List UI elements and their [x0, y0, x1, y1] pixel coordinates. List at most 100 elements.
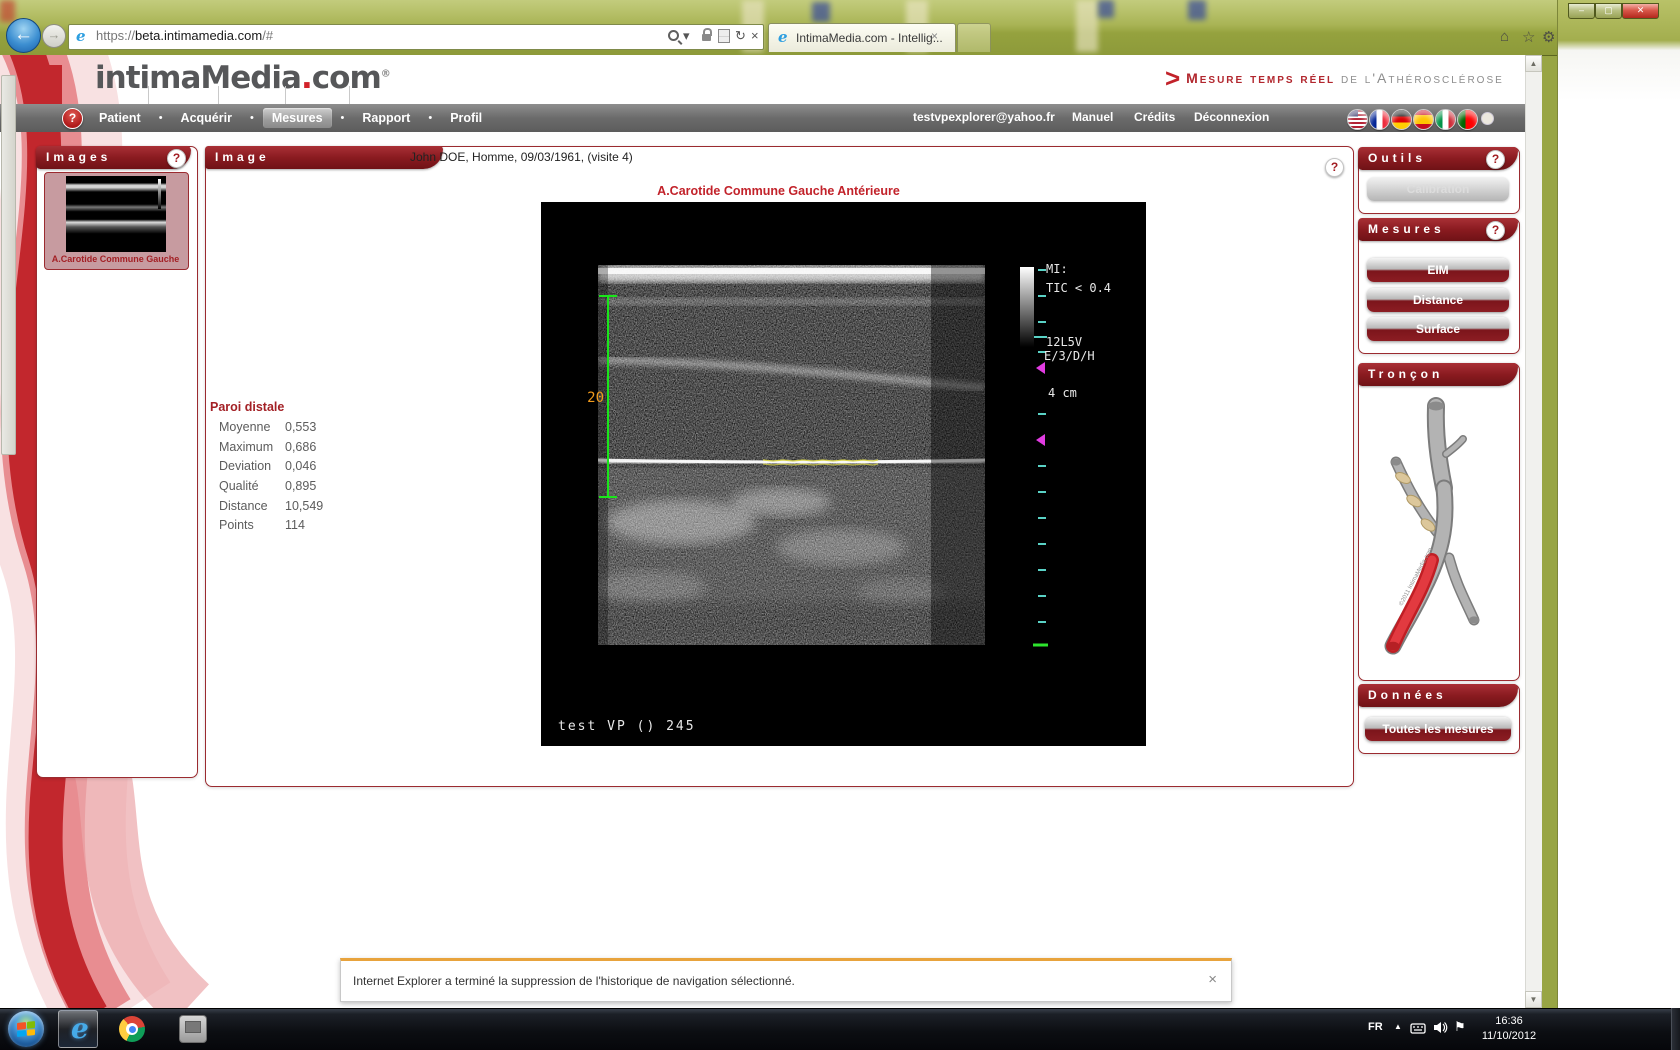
nav-link-manuel[interactable]: Manuel [1072, 110, 1113, 124]
action-center-flag-icon[interactable]: ⚑ [1454, 1019, 1466, 1035]
scroll-down-button[interactable]: ▼ [1525, 991, 1542, 1008]
tic-label: TIC < 0.4 [1046, 281, 1111, 295]
forward-arrow-icon: → [48, 27, 61, 42]
tray-expand-icon[interactable]: ▲ [1394, 1022, 1402, 1031]
desktop-blur-decoration [812, 2, 830, 22]
mi-label: MI: [1046, 262, 1068, 276]
mode-label: E/3/D/H [1044, 349, 1095, 363]
minimize-button[interactable]: – [1568, 3, 1595, 19]
header-separator [285, 86, 286, 104]
us-flag-icon[interactable] [1347, 109, 1368, 130]
nav-help-button[interactable]: ? [62, 108, 83, 129]
close-icon: ✕ [1637, 5, 1645, 15]
show-desktop-button[interactable] [1671, 1008, 1680, 1050]
measurement-row: Qualité0,895 [219, 479, 399, 493]
taskbar-ie-button[interactable]: e [58, 1010, 98, 1048]
measurement-row: Distance10,549 [219, 499, 399, 513]
imt-contour-line [763, 460, 878, 461]
new-tab-button[interactable] [957, 23, 991, 52]
search-icon[interactable] [668, 30, 679, 41]
minimize-icon: – [1579, 5, 1584, 15]
ultrasound-overlay: 20 MI: TIC < 0.4 12L5V E/3/D/H 4 cm test… [541, 202, 1146, 746]
header-separator [218, 86, 219, 104]
background-window [1557, 0, 1680, 1008]
nav-item-rapport[interactable]: Rapport [353, 108, 419, 128]
taskbar-app-button[interactable] [172, 1010, 212, 1048]
desktop: ← → e https://beta.intimamedia.com/# ▾ ↻… [0, 0, 1680, 1050]
calibration-button: Calibration [1367, 177, 1509, 201]
volume-tray-icon[interactable] [1432, 1020, 1448, 1035]
internet-explorer-icon: e [71, 1012, 89, 1045]
depth-ruler-ticks [1038, 270, 1046, 622]
nav-item-patient[interactable]: Patient [90, 108, 150, 128]
eim-button[interactable]: EIM [1367, 258, 1509, 282]
ultrasound-thumbnail[interactable] [66, 176, 166, 252]
gray-app-icon [179, 1015, 207, 1043]
mesures-help-button[interactable]: ? [1486, 221, 1505, 240]
keyboard-tray-icon[interactable] [1410, 1021, 1426, 1035]
nav-link-credits[interactable]: Crédits [1134, 110, 1175, 124]
ultrasound-caption: A.Carotide Commune Gauche Antérieure [205, 184, 1352, 198]
taskbar-clock[interactable]: 16:3611/10/2012 [1478, 1014, 1540, 1044]
user-email: testvpexplorer@yahoo.fr [913, 110, 1055, 124]
nav-link-deconnexion[interactable]: Déconnexion [1194, 110, 1269, 124]
compatibility-view-icon[interactable] [718, 29, 730, 43]
taskbar [0, 1008, 1680, 1050]
home-button[interactable]: ⌂ [1500, 28, 1509, 45]
scroll-up-button[interactable]: ▲ [1525, 55, 1542, 72]
ultrasound-footer-text: test VP () 245 [558, 719, 696, 734]
tools-gear-icon[interactable]: ⚙ [1542, 28, 1555, 46]
artery-diagram[interactable]: ©2011 IntimaMedia.com [1362, 388, 1514, 676]
nav-item-profil[interactable]: Profil [441, 108, 491, 128]
germany-flag-icon[interactable] [1391, 109, 1412, 130]
donnees-panel-header: Données [1358, 684, 1518, 707]
notification-bar: Internet Explorer a terminé la suppressi… [340, 958, 1232, 1002]
browser-forward-button[interactable]: → [42, 24, 66, 48]
desktop-blur-decoration [1098, 0, 1114, 18]
nav-item-mesures[interactable]: Mesures [263, 108, 332, 128]
back-arrow-icon: ← [14, 24, 33, 45]
taskbar-chrome-button[interactable] [112, 1010, 152, 1048]
chevron-icon: > [1165, 63, 1180, 93]
nav-dot: • [250, 112, 254, 124]
tab-close-icon[interactable]: × [931, 29, 938, 43]
vertical-scrollbar[interactable] [1525, 55, 1542, 1008]
distance-button[interactable]: Distance [1367, 288, 1509, 312]
artery-ring-markers [1394, 470, 1437, 533]
scroll-down-icon: ▼ [1530, 995, 1538, 1004]
toutes-les-mesures-button[interactable]: Toutes les mesures [1365, 717, 1511, 741]
search-dropdown-icon[interactable]: ▾ [683, 28, 690, 44]
outils-help-button[interactable]: ? [1486, 150, 1505, 169]
stop-button[interactable]: × [751, 28, 759, 43]
site-favicon: e [76, 29, 86, 44]
thumbnail-grayscale-bar [158, 179, 161, 209]
site-tagline: > Mesure temps réel de l'Athérosclérose [1165, 63, 1530, 94]
images-help-button[interactable]: ? [167, 149, 186, 168]
extra-language-icon[interactable] [1481, 112, 1494, 125]
scroll-up-icon: ▲ [1530, 59, 1538, 68]
italy-flag-icon[interactable] [1435, 109, 1456, 130]
close-button[interactable]: ✕ [1622, 3, 1659, 19]
language-indicator[interactable]: FR [1368, 1021, 1383, 1033]
portugal-flag-icon[interactable] [1457, 109, 1478, 130]
url-text[interactable]: https://beta.intimamedia.com/# [96, 28, 273, 43]
scrollbar-thumb[interactable] [1, 75, 16, 455]
thumbnail-caption: A.Carotide Commune Gauche [44, 254, 187, 264]
notification-close-icon[interactable]: × [1208, 971, 1217, 988]
tab-title[interactable]: IntimaMedia.com - Intellig... [796, 31, 943, 45]
tab-favicon-icon: e [778, 30, 788, 45]
surface-button[interactable]: Surface [1367, 317, 1509, 341]
france-flag-icon[interactable] [1369, 109, 1390, 130]
refresh-button[interactable]: ↻ [735, 28, 746, 44]
troncon-panel-header: Tronçon [1358, 363, 1518, 386]
browser-back-button[interactable]: ← [6, 18, 41, 53]
header-separator [349, 86, 350, 104]
maximize-button[interactable]: ▢ [1595, 3, 1622, 19]
image-help-button[interactable]: ? [1325, 158, 1344, 177]
site-logo[interactable]: intimaMedia.com® [95, 60, 391, 96]
measurement-row: Deviation0,046 [219, 459, 399, 473]
favorites-button[interactable]: ☆ [1522, 28, 1535, 46]
spain-flag-icon[interactable] [1413, 109, 1434, 130]
measurement-row: Moyenne0,553 [219, 420, 399, 434]
nav-item-acquerir[interactable]: Acquérir [172, 108, 241, 128]
